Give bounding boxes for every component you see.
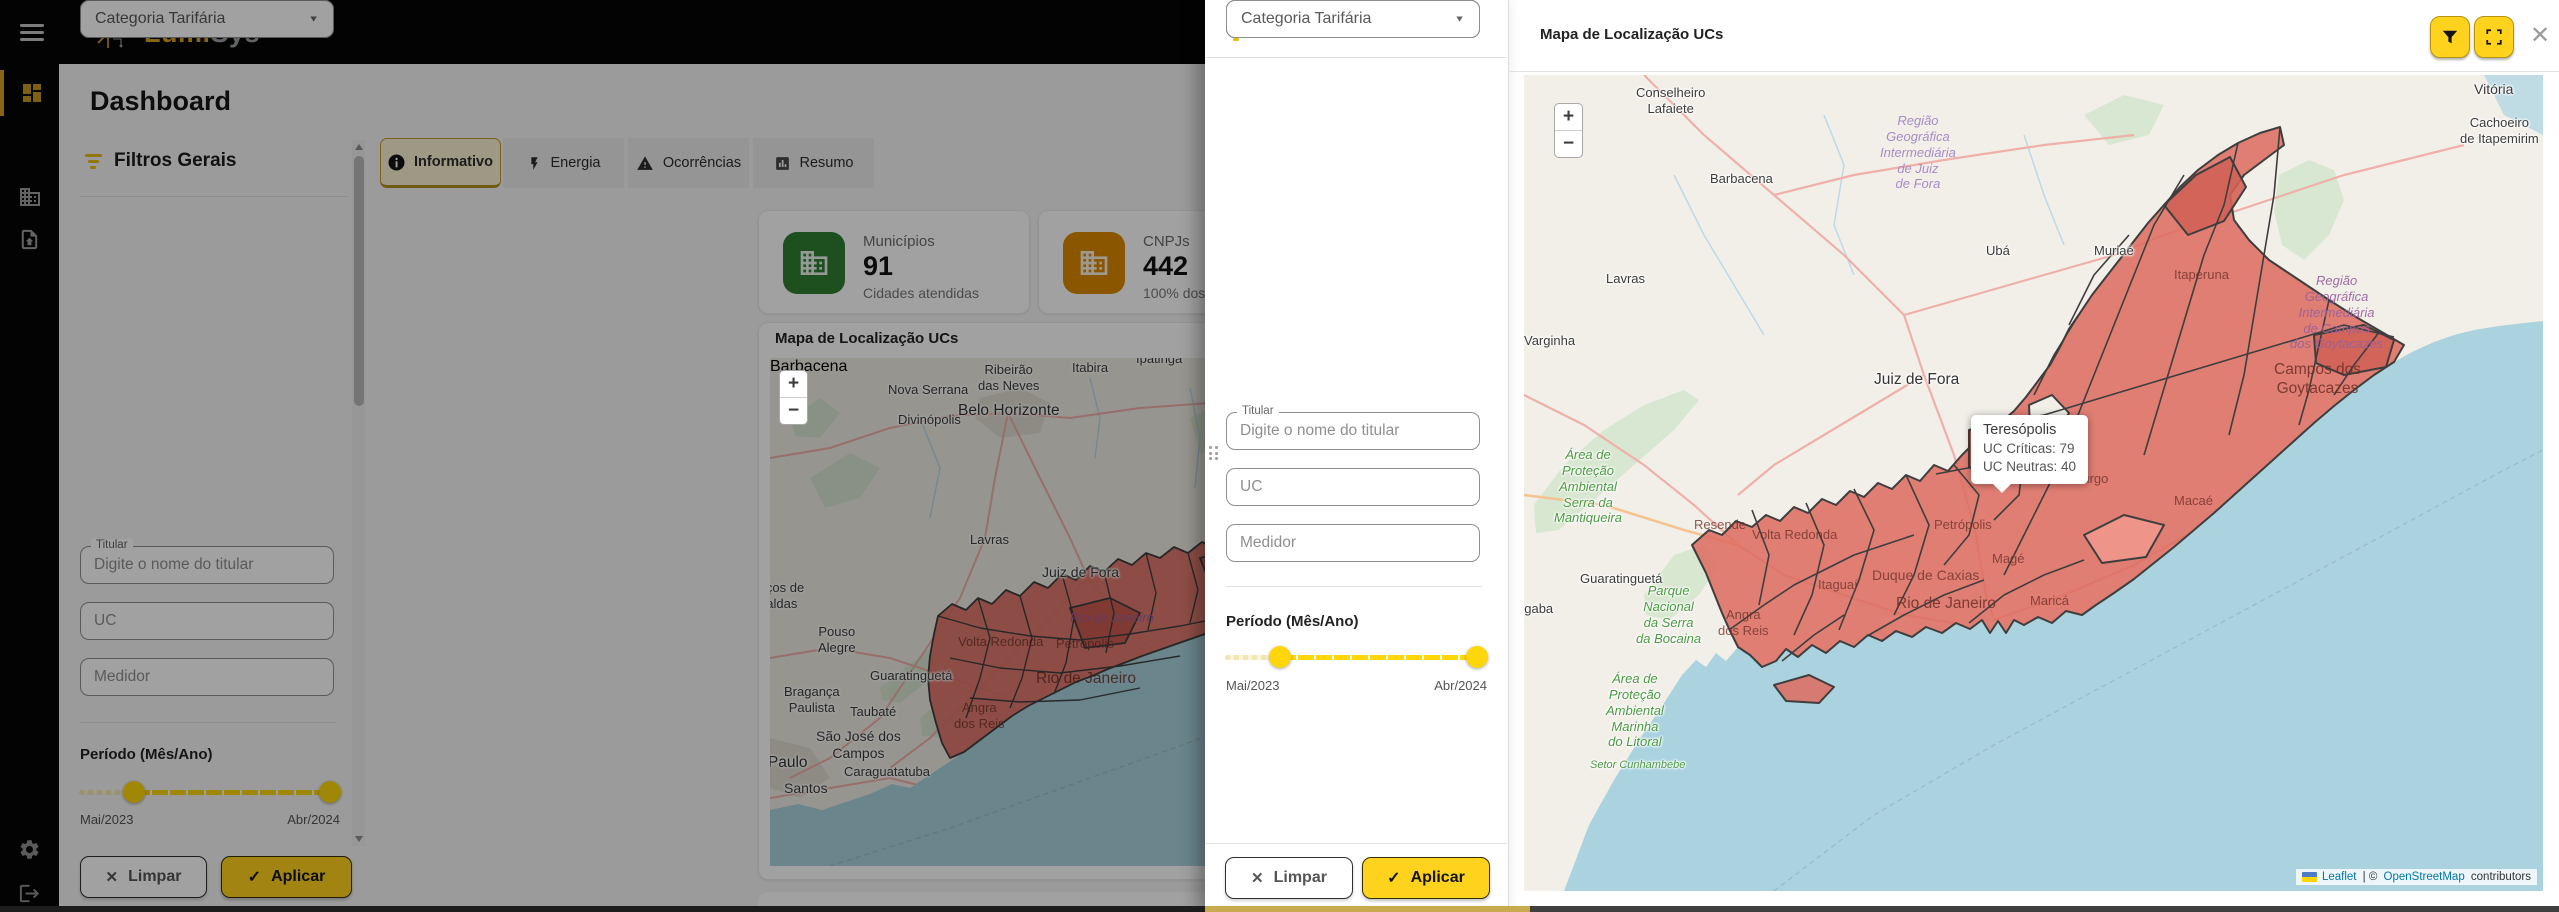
app-root: LumiSys Dashboard Filtros G [0,0,2559,912]
map-label: Pindamonhangaba [1524,601,1553,617]
map-label: Área de Proteção Ambiental Marinha do Li… [1606,671,1664,750]
window-bottom-edge [0,906,1205,912]
map-label: Petrópolis [1934,517,1992,533]
map-label: Conselheiro Lafaiete [1636,85,1705,117]
map-label: Maricá [2030,593,2069,609]
map-label: Vitória [2474,81,2513,98]
slider-range [1280,655,1486,660]
big-map[interactable]: Conselheiro Lafaiete Vitória Cachoeiro de … [1524,75,2543,891]
period-slider [1225,646,1488,668]
zoom-in-button[interactable]: + [780,371,807,398]
check-icon [1387,868,1400,888]
map-label: Muriaé [2094,243,2134,259]
dialog-header-divider [1508,71,2559,72]
map-label: Região Geográfica Intermediária de Campo… [2290,273,2383,352]
chevron-down-icon [1454,14,1465,24]
map-label: Campos dos Goytacazes [2274,361,2361,399]
map-filter-button[interactable] [2430,16,2470,58]
drawer-filter-selects: Estado Concessionária Região Municípios … [1226,0,1480,912]
osm-link[interactable]: OpenStreetMap [2384,871,2465,883]
big-map-zoom-control: + − [1554,103,1583,158]
period-dates: Mai/2023 Abr/2024 [1226,678,1487,693]
period-start: Mai/2023 [1226,678,1279,693]
map-label: Volta Redonda [1752,527,1837,543]
divider [1226,586,1482,587]
map-label: Guaratinguetá [1580,571,1662,587]
zoom-in-button[interactable]: + [1555,104,1582,131]
close-icon[interactable] [2530,24,2550,48]
map-label: Rio de Janeiro [1896,595,1996,614]
slider-handle-start[interactable] [1269,646,1291,668]
map-label: Barbacena [1710,171,1773,187]
fullscreen-icon [2485,28,2503,46]
map-label: Setor Cunhambebe [1590,759,1685,772]
tooltip-city: Teresópolis [1983,422,2076,438]
zoom-out-button[interactable]: − [780,398,807,424]
window-bottom-edge [1205,906,1530,912]
slider-handle-end[interactable] [1466,646,1488,668]
drawer-footer-divider [1205,843,1507,844]
map-label: Juiz de Fora [1874,371,1959,390]
map-label: Itaguaí [1818,577,1858,593]
map-label: Cachoeiro de Itapemirim [2460,115,2539,147]
titular-field-wrap: Titular [1226,408,1480,450]
tooltip-neutras: UC Neutras: 40 [1983,458,2076,476]
map-label: Angra dos Reis [1718,607,1769,639]
ukraine-flag-icon [2302,872,2317,882]
window-bottom-edge [1530,906,2559,912]
leaflet-link[interactable]: Leaflet [2322,871,2357,883]
modal-dim-overlay[interactable] [0,0,1205,912]
map-label: Magé [1992,551,2025,567]
map-attribution: Leaflet | © OpenStreetMap contributors [2296,869,2537,885]
map-dialog-title: Mapa de Localização UCs [1540,26,1723,43]
map-label: Ubá [1986,243,2010,259]
zoom-out-button[interactable]: − [1555,131,1582,157]
apply-button[interactable]: Aplicar [1362,857,1490,899]
uc-input[interactable] [1226,468,1480,506]
map-fullscreen-button[interactable] [2474,16,2514,58]
titular-input[interactable] [1226,412,1480,450]
period-end: Abr/2024 [1434,678,1487,693]
filter-select[interactable]: Categoria Tarifária [1226,0,1480,38]
map-label: Área de Proteção Ambiental Serra da Mant… [1554,447,1622,526]
x-icon [1251,869,1264,888]
drawer-drag-handle[interactable] [1209,446,1218,460]
map-label: Itaperuna [2174,267,2229,283]
map-label: Macaé [2174,493,2213,509]
map-label: Resende [1694,517,1746,533]
titular-label: Titular [1237,405,1279,417]
small-map-zoom-control: + − [779,370,808,425]
map-label: Lavras [1606,271,1645,287]
map-label: Região Geográfica Intermediária de Juiz … [1880,113,1956,192]
tooltip-criticas: UC Críticas: 79 [1983,440,2076,458]
filter-icon [2441,28,2459,46]
map-label: Varginha [1524,333,1575,349]
map-label: Parque Nacional da Serra da Bocaina [1636,583,1701,646]
medidor-input[interactable] [1226,524,1480,562]
map-label: Duque de Caxias [1872,567,1979,584]
period-label: Período (Mês/Ano) [1226,613,1359,630]
clear-button[interactable]: Limpar [1225,857,1353,899]
map-tooltip: Teresópolis UC Críticas: 79 UC Neutras: … [1971,415,2088,484]
